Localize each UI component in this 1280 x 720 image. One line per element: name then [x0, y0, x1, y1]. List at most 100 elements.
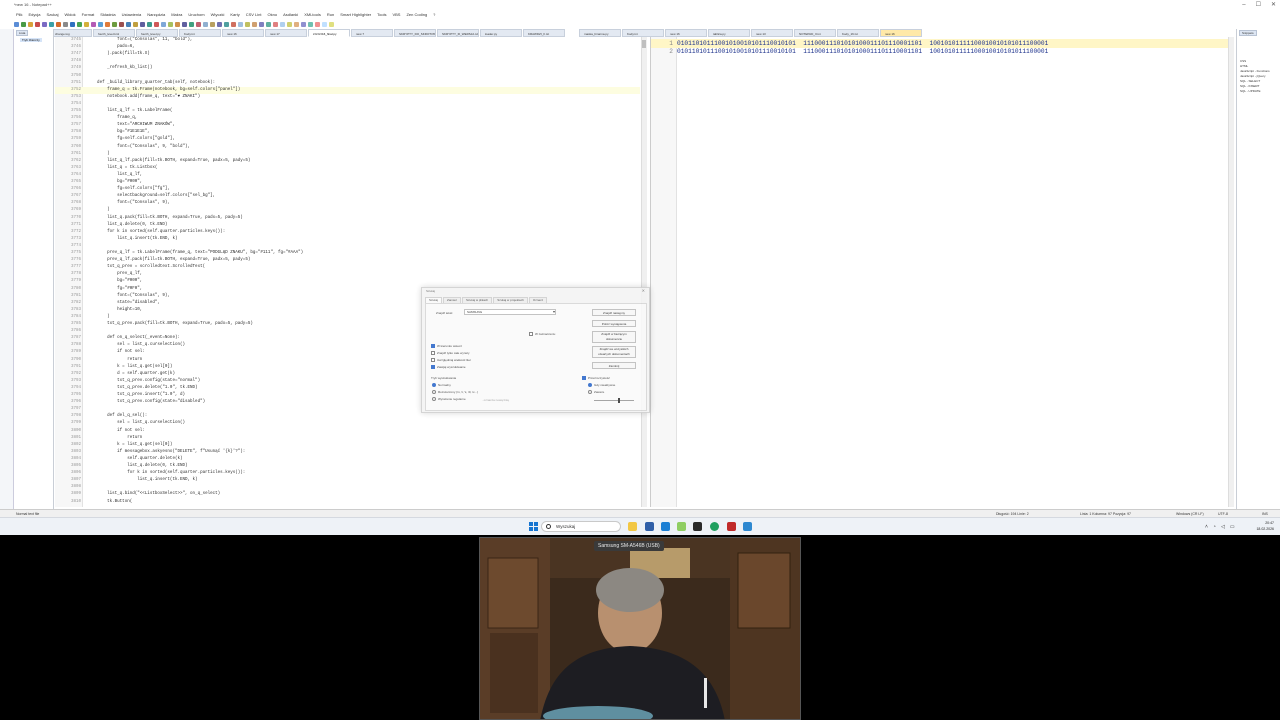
network-icon[interactable]: ◔ — [1213, 524, 1216, 530]
toolbar-icon[interactable] — [231, 21, 236, 27]
option-checkbox[interactable] — [431, 358, 435, 362]
tab-3[interactable]: Kody.txt — [179, 29, 221, 37]
code-line[interactable]: 3777 txt_q_prev = scrolledtext.ScrolledT… — [55, 264, 640, 271]
menu-item[interactable]: Narzędzia — [147, 10, 165, 19]
code-line[interactable]: 3772 for k in sorted(self.quarter.partic… — [55, 229, 640, 236]
menu-item[interactable]: ? — [433, 10, 435, 19]
code-line[interactable]: 3773 list_q.insert(tk.END, k) — [55, 236, 640, 243]
code-line[interactable]: 3756 frame_q, — [55, 115, 640, 122]
toolbar-icon[interactable] — [308, 21, 313, 27]
toolbar-icon[interactable] — [280, 21, 285, 27]
toolbar-icon[interactable] — [203, 21, 208, 27]
menu-item[interactable]: Makra — [171, 10, 182, 19]
tab2-2[interactable]: new 16 — [665, 29, 707, 37]
transparency-slider[interactable] — [594, 400, 634, 401]
close-button[interactable]: ✕ — [1271, 0, 1276, 10]
code-line[interactable]: 3753 notebook.add(frame_q, text="♥ ZNAKI… — [55, 94, 640, 101]
transparency-radio[interactable] — [588, 390, 592, 394]
tab-9[interactable]: SKRYPTY_III_WERSJA.txt — [437, 29, 479, 37]
toolbar-icon[interactable] — [63, 21, 68, 27]
toolbar-icon[interactable] — [77, 21, 82, 27]
code-line[interactable]: 3806 for k in sorted(self.quarter.partic… — [55, 470, 640, 477]
code-line[interactable]: 3778 prev_q_lf, — [55, 271, 640, 278]
toolbar-icon[interactable] — [196, 21, 201, 27]
toolbar-icon[interactable] — [84, 21, 89, 27]
menu-item[interactable]: Plik — [16, 10, 22, 19]
tab2-0[interactable]: maska_binarna.py — [579, 29, 621, 37]
code-line[interactable]: 3749 _refresh_kb_list() — [55, 65, 640, 72]
code-line[interactable]: 3799 sel = list_q.curselection() — [55, 420, 640, 427]
transparency-checkbox[interactable] — [582, 376, 586, 380]
tab2-5[interactable]: NOTEPAD_II.txt — [794, 29, 836, 37]
tab-7[interactable]: new 7 — [351, 29, 393, 37]
code-line[interactable]: 3807 list_q.insert(tk.END, k) — [55, 477, 640, 484]
toolbar-icon[interactable] — [14, 21, 19, 27]
menu-item[interactable]: Asdlanki — [283, 10, 298, 19]
search-mode-radio[interactable] — [432, 383, 436, 387]
tab-0[interactable]: change.log — [50, 29, 92, 37]
toolbar-icon[interactable] — [119, 21, 124, 27]
toolbar-icon[interactable] — [91, 21, 96, 27]
menu-item[interactable]: Run — [327, 10, 334, 19]
code-line[interactable]: 3759 fg=self.colors["gold"], — [55, 136, 640, 143]
menu-item[interactable]: Edycja — [28, 10, 40, 19]
code-line[interactable]: 3804 self.quarter.delete(k) — [55, 456, 640, 463]
menu-item[interactable]: Smart Highlighter — [340, 10, 371, 19]
menu-item[interactable]: Okno — [268, 10, 278, 19]
toolbar-icon[interactable] — [56, 21, 61, 27]
tab2-7[interactable]: new 16 — [880, 29, 922, 37]
toolbar-icon[interactable] — [329, 21, 334, 27]
binary-editor[interactable]: 1 01011010111001010010101110010101 111000… — [650, 37, 1229, 507]
code-line[interactable]: 3803 if messagebox.askyesno("DELETE", f"… — [55, 449, 640, 456]
toolbar-icon[interactable] — [252, 21, 257, 27]
code-line[interactable]: 3746 padx=6, — [55, 44, 640, 51]
toolbar-icon[interactable] — [238, 21, 243, 27]
code-line[interactable]: 3755 list_q_lf = tk.LabelFrame( — [55, 108, 640, 115]
menu-item[interactable]: CSV Lint — [246, 10, 262, 19]
menu-item[interactable]: Szukaj — [46, 10, 58, 19]
toolbar-icon[interactable] — [301, 21, 306, 27]
code-line[interactable]: 3771 list_q.delete(0, tk.END) — [55, 222, 640, 229]
code-line[interactable]: 3767 selectbackground=self.colors["sel_b… — [55, 193, 640, 200]
search-mode-radio[interactable] — [432, 397, 436, 401]
tab-4[interactable]: new 16 — [222, 29, 264, 37]
toolbar-icon[interactable] — [28, 21, 33, 27]
snippet-item[interactable]: JavaScript - jQuery — [1240, 74, 1266, 78]
menu-item[interactable]: Składnia — [100, 10, 115, 19]
tab-5[interactable]: new 17 — [265, 29, 307, 37]
code-line[interactable]: 3808 — [55, 484, 640, 491]
toolbar-icon[interactable] — [266, 21, 271, 27]
menu-item[interactable]: Karty — [230, 10, 239, 19]
toolbar-icon[interactable] — [217, 21, 222, 27]
snippet-item[interactable]: HTML — [1240, 64, 1248, 68]
start-windows-icon[interactable] — [529, 522, 538, 531]
app-red-icon[interactable] — [727, 522, 736, 531]
option-checkbox[interactable] — [431, 344, 435, 348]
toolbar-icon[interactable] — [294, 21, 299, 27]
transparency-radio[interactable] — [588, 383, 592, 387]
code-line[interactable]: 3802 k = list_q.get(sel[0]) — [55, 442, 640, 449]
menu-item[interactable]: Widok — [64, 10, 75, 19]
toolbar-icon[interactable] — [168, 21, 173, 27]
snippet-item[interactable]: JavaScript - Functions — [1240, 69, 1270, 73]
toolbar-icon[interactable] — [287, 21, 292, 27]
in-selection-checkbox[interactable] — [529, 332, 533, 336]
toolbar-icon[interactable] — [224, 21, 229, 27]
option-checkbox[interactable] — [431, 365, 435, 369]
tab-1[interactable]: fourth_level.kml — [93, 29, 135, 37]
tab2-6[interactable]: Kody_16.txt — [837, 29, 879, 37]
snippet-item[interactable]: SQL - SELECT — [1240, 79, 1260, 83]
notepadpp-taskbar-icon[interactable] — [677, 522, 686, 531]
count-button[interactable]: Policz wystąpienia — [592, 320, 636, 327]
binary-line[interactable]: 2 01011010111001010010101110010101 111000… — [651, 47, 1229, 56]
function-list-tab[interactable]: Lista — [16, 30, 29, 36]
code-line[interactable]: 3770 list_q.pack(fill=tk.BOTH, expand=Tr… — [55, 215, 640, 222]
terminal-icon[interactable] — [693, 522, 702, 531]
code-line[interactable]: 3769 ) — [55, 207, 640, 214]
code-line[interactable]: 3764 list_q_lf, — [55, 172, 640, 179]
editor-scrollbar-thumb[interactable] — [642, 40, 646, 48]
find-next-button[interactable]: Znajdź następny — [592, 309, 636, 316]
menu-item[interactable]: Format — [82, 10, 95, 19]
menu-item[interactable]: Tools — [377, 10, 386, 19]
toolbar-icon[interactable] — [154, 21, 159, 27]
